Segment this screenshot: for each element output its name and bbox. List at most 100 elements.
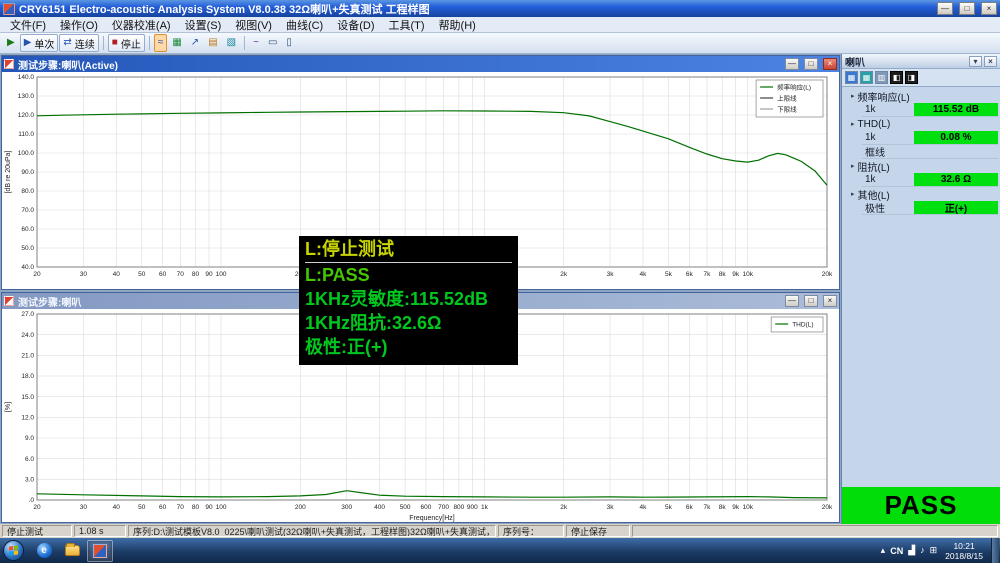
svg-text:40.0: 40.0 xyxy=(21,264,34,271)
curve-color-icon[interactable]: ▦ xyxy=(845,71,858,84)
svg-text:下限线: 下限线 xyxy=(777,104,797,113)
table-view-icon[interactable]: ▦ xyxy=(860,71,873,84)
stop-test-label: 停止 xyxy=(120,39,141,51)
osd-line-2: 1KHz灵敏度:115.52dB xyxy=(305,289,489,309)
menu-item-7[interactable]: 工具(T) xyxy=(382,17,432,33)
minimize-button[interactable]: — xyxy=(937,2,953,15)
export-button[interactable]: ↗ xyxy=(187,34,203,52)
svg-text:60: 60 xyxy=(159,504,167,511)
result-name: 框线 xyxy=(865,148,885,159)
report-button[interactable]: ▧ xyxy=(223,34,240,52)
menu-item-0[interactable]: 文件(F) xyxy=(3,17,53,33)
app-icon xyxy=(3,2,15,15)
menu-item-1[interactable]: 操作(O) xyxy=(53,17,105,33)
clock-date: 2018/8/15 xyxy=(945,550,983,561)
data-grid-button[interactable]: ▦ xyxy=(168,34,185,52)
svg-text:50: 50 xyxy=(138,504,146,511)
svg-text:100: 100 xyxy=(216,504,227,511)
frequency-response-panel-titlebar[interactable]: 测试步骤:喇叭(Active) — □ × xyxy=(2,56,839,72)
tile-vertical-icon: ▯ xyxy=(286,37,292,48)
taskbar-item-cry6151[interactable] xyxy=(87,539,113,562)
svg-text:80: 80 xyxy=(192,504,200,511)
svg-text:20: 20 xyxy=(33,504,41,511)
result-row[interactable]: 框线 xyxy=(862,145,998,159)
input-language-indicator[interactable]: CN xyxy=(890,546,903,556)
dock-menu-button[interactable]: ▾ xyxy=(969,55,982,67)
result-group-0[interactable]: ▸ 频率响应(L) xyxy=(842,89,1000,104)
dock-close-button[interactable]: × xyxy=(984,55,997,67)
svg-text:15.0: 15.0 xyxy=(21,394,34,401)
svg-text:7k: 7k xyxy=(704,271,712,278)
action-center-icon[interactable]: ⊞ xyxy=(930,546,938,555)
svg-text:10k: 10k xyxy=(742,504,753,511)
maximize-button[interactable]: □ xyxy=(959,2,975,15)
result-group-2[interactable]: ▸ 阻抗(L) xyxy=(842,159,1000,174)
show-desktop-button[interactable] xyxy=(991,538,999,563)
toolbar-separator xyxy=(148,36,150,50)
menu-item-5[interactable]: 曲线(C) xyxy=(279,17,330,33)
start-button[interactable] xyxy=(3,540,24,561)
signal-generator-button[interactable]: ≈ xyxy=(153,34,168,52)
svg-text:30: 30 xyxy=(80,504,88,511)
menu-item-4[interactable]: 视图(V) xyxy=(228,17,279,33)
result-group-3[interactable]: ▸ 其他(L) xyxy=(842,187,1000,202)
panel-close-button[interactable]: × xyxy=(823,58,837,70)
result-name: 1k xyxy=(865,174,876,185)
layout-icon[interactable]: ▥ xyxy=(875,71,888,84)
menu-item-6[interactable]: 设备(D) xyxy=(330,17,381,33)
result-value: 115.52 dB xyxy=(914,103,998,116)
panel-restore-button[interactable]: □ xyxy=(804,58,818,70)
svg-text:Frequency[Hz]: Frequency[Hz] xyxy=(409,515,455,522)
single-test-button[interactable]: ▶ 单次 xyxy=(19,34,59,52)
title-bar[interactable]: CRY6151 Electro-acoustic Analysis System… xyxy=(0,0,1000,17)
tile-horizontal-button[interactable]: ▭ xyxy=(264,34,281,52)
results-toolbar: ▦ ▦ ▥ ◧ ◨ xyxy=(842,69,1000,87)
result-row[interactable]: 1k 0.08 % xyxy=(862,131,998,145)
menu-item-3[interactable]: 设置(S) xyxy=(178,17,229,33)
display-left-icon[interactable]: ◧ xyxy=(890,71,903,84)
panel-close-button[interactable]: × xyxy=(823,295,837,307)
panel-minimize-button[interactable]: — xyxy=(785,295,799,307)
panel-minimize-button[interactable]: — xyxy=(785,58,799,70)
single-test-icon: ▶ xyxy=(23,37,32,48)
close-button[interactable]: × xyxy=(981,2,997,15)
menu-item-8[interactable]: 帮助(H) xyxy=(432,17,483,33)
svg-text:40: 40 xyxy=(113,504,121,511)
play-button[interactable]: ▶ xyxy=(3,34,19,52)
report-icon: ▧ xyxy=(226,37,237,48)
svg-text:60.0: 60.0 xyxy=(21,226,34,233)
display-right-icon[interactable]: ◨ xyxy=(905,71,918,84)
result-row[interactable]: 1k 32.6 Ω xyxy=(862,173,998,187)
curve-button[interactable]: ~ xyxy=(249,34,263,52)
status-bar: 停止测试 1.08 s 序列:D:\测试模板V8.0_0225\喇叭测试(32Ω喇叭… xyxy=(0,524,1000,538)
result-row[interactable]: 极性 正(+) xyxy=(862,201,998,215)
continuous-test-button[interactable]: ⇄ 连续 xyxy=(59,34,99,52)
result-group-1[interactable]: ▸ THD(L) xyxy=(842,117,1000,131)
result-row[interactable]: 1k 115.52 dB xyxy=(862,103,998,117)
svg-text:24.0: 24.0 xyxy=(21,332,34,339)
status-cell-2: 序列:D:\测试模板V8.0_0225\喇叭测试(32Ω喇叭+失真测试，工程样图… xyxy=(128,525,496,537)
svg-text:130.0: 130.0 xyxy=(18,93,35,100)
network-icon[interactable]: ▟ xyxy=(908,546,915,555)
svg-text:90: 90 xyxy=(205,504,213,511)
svg-text:21.0: 21.0 xyxy=(21,353,34,360)
taskbar-item-explorer[interactable] xyxy=(59,540,85,562)
tile-vertical-button[interactable]: ▯ xyxy=(282,34,296,52)
svg-text:7k: 7k xyxy=(704,504,712,511)
result-value: 0.08 % xyxy=(914,131,998,144)
svg-text:100.0: 100.0 xyxy=(18,150,35,157)
hidden-icons-chevron[interactable]: ▴ xyxy=(881,546,886,555)
svg-text:80: 80 xyxy=(192,271,200,278)
results-dock-titlebar[interactable]: 喇叭 ▾ × xyxy=(842,54,1000,69)
svg-text:600: 600 xyxy=(421,504,432,511)
volume-icon[interactable]: ♪ xyxy=(920,546,925,555)
stop-test-icon: ■ xyxy=(111,37,118,48)
menu-item-2[interactable]: 仪器校准(A) xyxy=(105,17,178,33)
taskbar-clock[interactable]: 10:21 2018/8/15 xyxy=(945,541,983,561)
svg-text:5k: 5k xyxy=(665,271,673,278)
taskbar-item-browser[interactable]: e xyxy=(31,540,57,562)
panel-restore-button[interactable]: □ xyxy=(804,295,818,307)
save-button[interactable]: ▤ xyxy=(204,34,221,52)
stop-test-button[interactable]: ■ 停止 xyxy=(107,34,145,52)
result-name: 极性 xyxy=(865,204,885,215)
